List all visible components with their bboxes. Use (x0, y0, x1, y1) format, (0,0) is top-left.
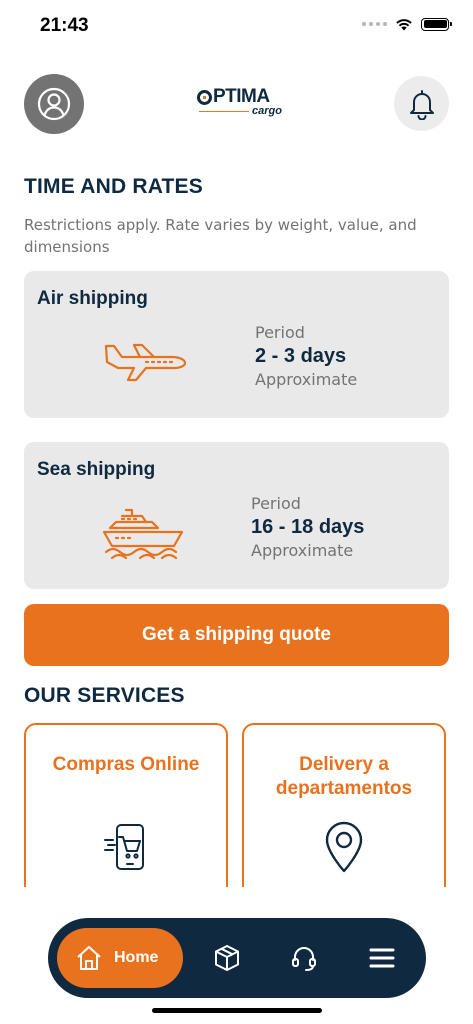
bell-icon (409, 89, 434, 120)
notifications-button[interactable] (394, 76, 449, 131)
air-period-value: 2 - 3 days (255, 345, 347, 367)
air-shipping-card[interactable]: Air shipping Period 2 - 3 days Approxima… (24, 271, 449, 418)
sea-period-note: Approximate (251, 541, 354, 560)
status-icons (362, 17, 452, 31)
status-time: 21:43 (40, 15, 89, 36)
menu-icon (369, 948, 395, 968)
time-rates-title: TIME AND RATES (24, 175, 203, 198)
logo-o-mark (197, 89, 212, 105)
air-shipping-title: Air shipping (37, 288, 148, 309)
profile-button[interactable] (24, 74, 84, 134)
user-icon (37, 87, 71, 121)
nav-packages-button[interactable] (211, 942, 243, 974)
nav-support-button[interactable] (288, 942, 320, 974)
sea-period-label: Period (251, 494, 301, 513)
header: PTIMA cargo (24, 74, 449, 134)
sea-shipping-title: Sea shipping (37, 459, 156, 480)
home-icon (77, 946, 101, 970)
optima-cargo-logo: PTIMA cargo (197, 86, 282, 120)
our-services-title: OUR SERVICES (24, 684, 185, 707)
air-period-note: Approximate (255, 370, 358, 389)
get-shipping-quote-button[interactable]: Get a shipping quote (24, 604, 449, 666)
signal-icon (362, 22, 387, 26)
nav-menu-button[interactable] (366, 942, 398, 974)
headset-icon (292, 947, 316, 971)
service-label: Compras Online (52, 754, 200, 775)
wifi-icon (396, 19, 412, 31)
logo-main-text: PTIMA (213, 86, 270, 107)
service-label: Delivery a departamentos (275, 754, 413, 799)
ship-icon (102, 508, 184, 560)
map-pin-icon (325, 821, 363, 873)
air-period-info: Period 2 - 3 days Approximate (255, 321, 357, 391)
battery-icon (421, 17, 452, 31)
bottom-navigation: Home (48, 918, 426, 998)
sea-period-info: Period 16 - 18 days Approximate (251, 492, 364, 562)
status-bar: 21:43 (0, 0, 473, 52)
air-period-label: Period (255, 323, 305, 342)
airplane-icon (104, 343, 187, 382)
package-icon (215, 945, 239, 971)
nav-home-label: Home (114, 949, 159, 966)
sea-shipping-card[interactable]: Sea shipping Period 16 - 18 days Approxi… (24, 442, 449, 589)
logo-sub-text: cargo (252, 105, 282, 117)
nav-home-button[interactable]: Home (57, 928, 183, 988)
time-rates-subtitle: Restrictions apply. Rate varies by weigh… (24, 216, 417, 256)
sea-period-value: 16 - 18 days (251, 516, 365, 538)
mobile-cart-icon (104, 824, 144, 870)
home-indicator (152, 1008, 322, 1013)
